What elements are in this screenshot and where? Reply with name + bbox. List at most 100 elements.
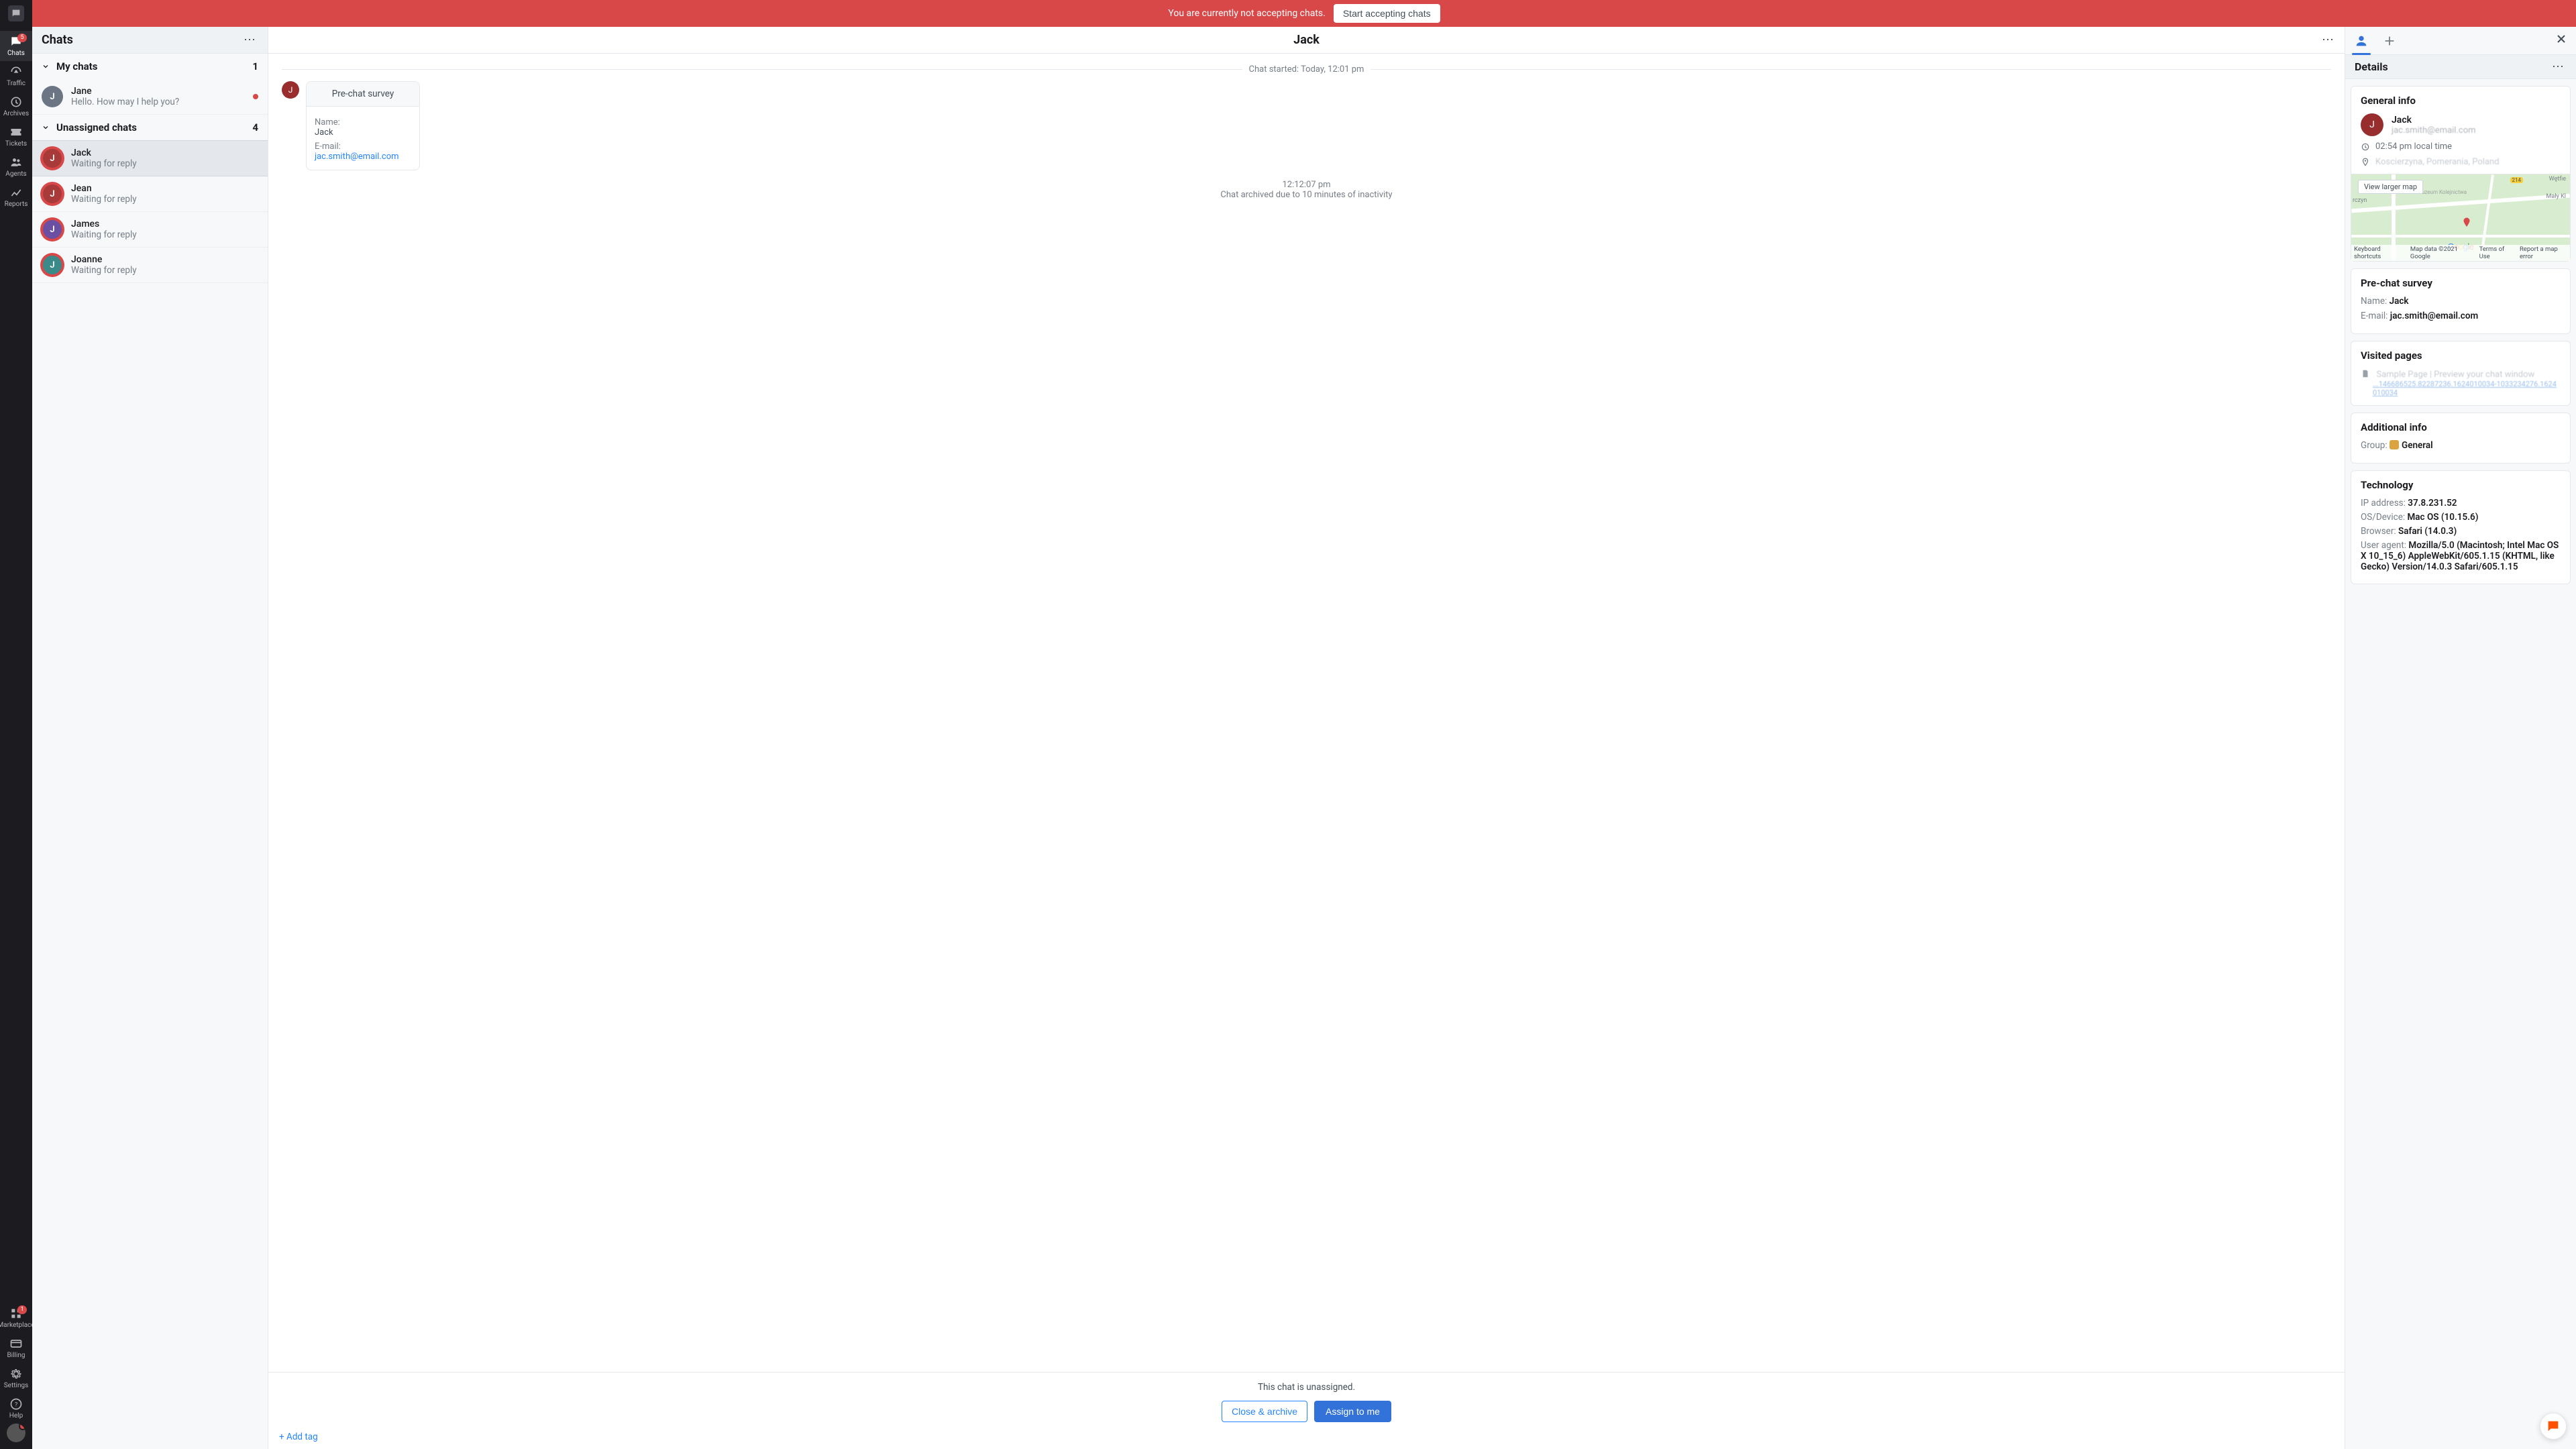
chat-preview: Waiting for reply: [71, 158, 137, 169]
chats-more-button[interactable]: ⋯: [242, 32, 258, 48]
nav-archives[interactable]: Archives: [0, 91, 32, 121]
chat-name: Jane: [71, 86, 179, 97]
chat-row-jane[interactable]: J Jane Hello. How may I help you?: [32, 79, 268, 115]
chat-preview: Waiting for reply: [71, 229, 137, 240]
chat-preview: Hello. How may I help you?: [71, 97, 179, 107]
group-unassigned-count: 4: [252, 121, 258, 133]
app-sidebar: 5 Chats Traffic Archives Tickets Agents …: [0, 0, 32, 1449]
unread-dot-icon: [253, 94, 258, 99]
map-terms[interactable]: Terms of Use: [2479, 246, 2513, 260]
assign-to-me-button[interactable]: Assign to me: [1314, 1401, 1391, 1422]
chat-row-james[interactable]: J James Waiting for reply: [32, 212, 268, 248]
group-my-chats[interactable]: My chats 1: [32, 54, 268, 79]
avatar: J: [282, 81, 299, 99]
nav-settings[interactable]: Settings: [0, 1363, 32, 1393]
nav-marketplace[interactable]: 1 Marketplace: [0, 1303, 32, 1333]
add-tag-link[interactable]: + Add tag: [279, 1432, 318, 1442]
chat-name: James: [71, 219, 137, 229]
survey-email-label: E-mail:: [315, 142, 411, 152]
view-larger-map-button[interactable]: View larger map: [2358, 180, 2423, 194]
map-keyboard-shortcuts[interactable]: Keyboard shortcuts: [2354, 246, 2404, 260]
layout-columns: Chats ⋯ My chats 1 J Jane Hello. How may…: [32, 27, 2576, 1449]
avatar: J: [42, 254, 63, 276]
chevron-down-icon: [42, 123, 50, 131]
chart-icon: [9, 186, 23, 199]
chat-thread: Chat started: Today, 12:01 pm J Pre-chat…: [268, 54, 2345, 1372]
chat-name: Jean: [71, 183, 137, 194]
profile-avatar[interactable]: [7, 1424, 25, 1442]
chats-header: Chats ⋯: [32, 27, 268, 54]
general-info-title: General info: [2361, 95, 2561, 107]
details-more-button[interactable]: ⋯: [2551, 59, 2567, 75]
nav-agents-label: Agents: [5, 170, 26, 178]
close-archive-button[interactable]: Close & archive: [1222, 1401, 1307, 1422]
gear-icon: [9, 1367, 23, 1381]
nav-billing-label: Billing: [7, 1352, 25, 1359]
details-title: Details: [2355, 60, 2388, 73]
chevron-down-icon: [42, 62, 50, 70]
nav-traffic-label: Traffic: [7, 80, 25, 87]
avatar: J: [42, 148, 63, 169]
nav-tickets[interactable]: Tickets: [0, 121, 32, 152]
visited-pages-title: Visited pages: [2361, 350, 2561, 362]
gauge-icon: [9, 65, 23, 78]
card-technology: Technology IP address: 37.8.231.52 OS/De…: [2351, 470, 2571, 584]
chat-more-button[interactable]: ⋯: [2320, 32, 2337, 48]
group-my-title: My chats: [56, 60, 97, 72]
unassigned-note: This chat is unassigned.: [279, 1382, 2334, 1393]
prechat-survey-title: Pre-chat survey: [2361, 277, 2561, 289]
tab-add[interactable]: [2381, 33, 2398, 49]
status-banner: You are currently not accepting chats. S…: [32, 0, 2576, 27]
card-additional-info: Additional info Group: General: [2351, 413, 2571, 464]
survey-card: Pre-chat survey Name: Jack E-mail: jac.s…: [306, 81, 420, 170]
chat-preview: Waiting for reply: [71, 265, 137, 276]
nav-marketplace-label: Marketplace: [0, 1322, 35, 1329]
location: Koscierzyna, Pomerania, Poland: [2361, 157, 2561, 167]
location-map[interactable]: rczyn Wętfie Mały Kl Muzeum Kolejnictwa …: [2351, 174, 2570, 261]
nav-reports[interactable]: Reports: [0, 182, 32, 212]
chat-row-joanne[interactable]: J Joanne Waiting for reply: [32, 248, 268, 283]
timestamp: 12:12:07 pm: [282, 180, 2331, 190]
nav-reports-label: Reports: [5, 201, 28, 208]
avatar: J: [42, 183, 63, 205]
nav-agents[interactable]: Agents: [0, 152, 32, 182]
survey-name-value: Jack: [315, 127, 411, 138]
survey-email-link[interactable]: jac.smith@email.com: [315, 152, 399, 162]
visited-page-url[interactable]: ...146686525.82287236.1624010034-1033234…: [2373, 380, 2561, 397]
group-unassigned[interactable]: Unassigned chats 4: [32, 115, 268, 140]
support-chat-fab[interactable]: [2540, 1413, 2567, 1440]
nav-help[interactable]: ? Help: [0, 1393, 32, 1424]
chat-bubble-icon: [2546, 1419, 2561, 1434]
clock-icon: [2361, 142, 2370, 152]
map-data-attribution: Map data ©2021 Google: [2410, 246, 2473, 260]
chat-header: Jack ⋯: [268, 27, 2345, 54]
details-subheader: Details ⋯: [2345, 55, 2576, 79]
map-report-error[interactable]: Report a map error: [2520, 246, 2567, 260]
chats-panel: Chats ⋯ My chats 1 J Jane Hello. How may…: [32, 27, 268, 1449]
ticket-icon: [9, 125, 23, 139]
survey-name-label: Name:: [315, 117, 411, 127]
message-prechat-survey: J Pre-chat survey Name: Jack E-mail: jac…: [282, 81, 2331, 170]
group-my-count: 1: [252, 60, 258, 72]
details-panel: Details ⋯ General info J Jack jac.smith@…: [2345, 27, 2576, 1449]
nav-marketplace-badge: 1: [17, 1305, 27, 1314]
card-prechat-survey: Pre-chat survey Name: Jack E-mail: jac.s…: [2351, 268, 2571, 334]
nav-billing[interactable]: Billing: [0, 1333, 32, 1363]
nav-traffic[interactable]: Traffic: [0, 61, 32, 91]
chat-name: Jack: [71, 148, 137, 158]
chat-title: Jack: [1293, 33, 1320, 47]
visited-page-item[interactable]: Sample Page | Preview your chat window: [2361, 368, 2561, 380]
details-body: General info J Jack jac.smith@email.com …: [2345, 79, 2576, 1449]
close-panel-button[interactable]: [2555, 32, 2568, 50]
tab-customer-details[interactable]: [2353, 33, 2369, 49]
nav-settings-label: Settings: [4, 1382, 29, 1389]
chats-title: Chats: [42, 33, 73, 47]
chat-row-jean[interactable]: J Jean Waiting for reply: [32, 176, 268, 212]
chat-start-divider: Chat started: Today, 12:01 pm: [282, 64, 2331, 74]
start-accepting-button[interactable]: Start accepting chats: [1334, 4, 1440, 23]
nav-chats-label: Chats: [7, 50, 25, 57]
chat-row-jack[interactable]: J Jack Waiting for reply: [32, 140, 268, 176]
technology-title: Technology: [2361, 479, 2561, 491]
nav-chats[interactable]: 5 Chats: [0, 31, 32, 61]
help-icon: ?: [9, 1397, 23, 1411]
